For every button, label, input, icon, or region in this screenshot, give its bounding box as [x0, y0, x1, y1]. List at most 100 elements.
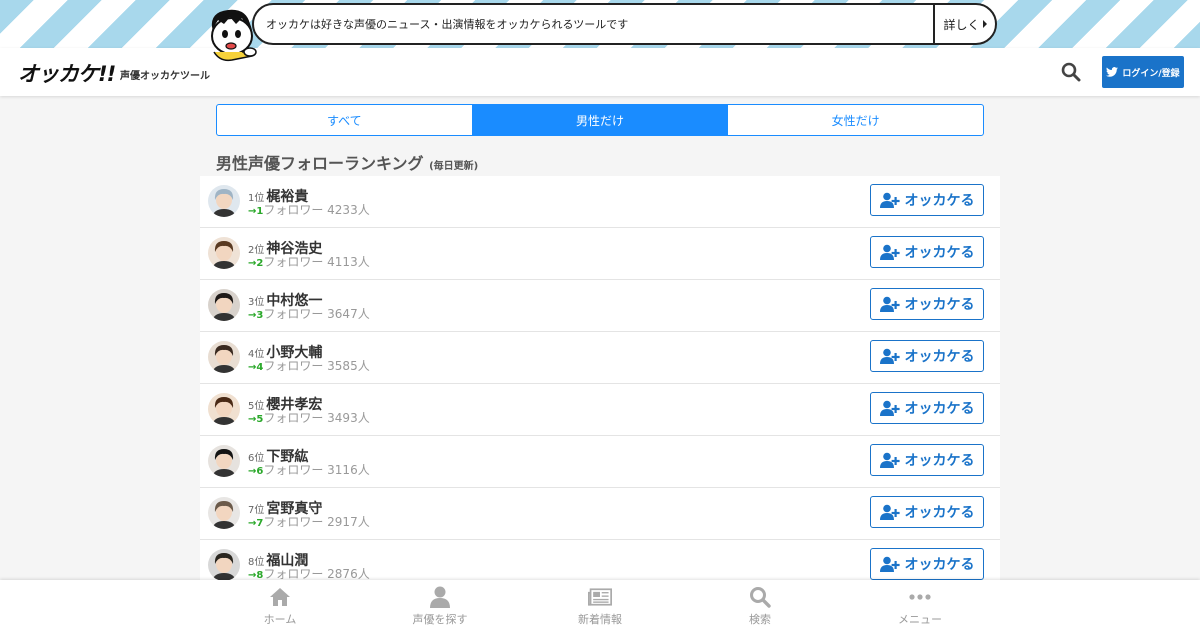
follow-button[interactable]: オッカケる	[870, 184, 984, 216]
update-note: (毎日更新)	[429, 161, 479, 172]
avatar[interactable]	[208, 237, 240, 269]
stats-line: →4フォロワー 3585人	[248, 357, 370, 374]
more-label: 詳しく	[943, 17, 980, 32]
follow-label: オッカケる	[904, 193, 975, 209]
newspaper-icon	[588, 586, 612, 608]
follower-count: フォロワー 3647人	[263, 307, 370, 321]
stats-line: →6フォロワー 3116人	[248, 461, 370, 478]
rank-change: →7	[248, 518, 264, 529]
rank-change: →5	[248, 414, 264, 425]
nav-find-label: 声優を探す	[412, 613, 468, 626]
avatar[interactable]	[208, 445, 240, 477]
follow-label: オッカケる	[904, 349, 975, 365]
nav-search-label: 検索	[749, 613, 771, 626]
follow-label: オッカケる	[904, 245, 975, 261]
rank-change: →1	[248, 206, 264, 217]
nav-home[interactable]: ホーム	[200, 580, 360, 630]
more-button[interactable]: 詳しく	[933, 5, 995, 43]
rank-change: →6	[248, 466, 264, 477]
site-logo[interactable]: オッカケ!!	[18, 58, 116, 88]
follow-button[interactable]: オッカケる	[870, 444, 984, 476]
follower-count: フォロワー 2917人	[263, 515, 370, 529]
avatar[interactable]	[208, 497, 240, 529]
follower-count: フォロワー 3585人	[263, 359, 370, 373]
avatar[interactable]	[208, 393, 240, 425]
home-icon	[268, 586, 292, 608]
avatar[interactable]	[208, 549, 240, 581]
login-label: ログイン/登録	[1122, 68, 1180, 79]
ranking-title: 男性声優フォローランキング	[216, 154, 424, 173]
stats-line: →7フォロワー 2917人	[248, 513, 370, 530]
ranking-row[interactable]: 5位 櫻井孝宏 →5フォロワー 3493人 オッカケる	[200, 384, 1000, 436]
follow-button[interactable]: オッカケる	[870, 392, 984, 424]
nav-home-label: ホーム	[263, 613, 297, 626]
header-search-button[interactable]	[1061, 62, 1081, 82]
user-plus-icon	[879, 504, 900, 520]
stats-line: →5フォロワー 3493人	[248, 409, 370, 426]
user-plus-icon	[879, 296, 900, 312]
avatar[interactable]	[208, 341, 240, 373]
follow-button[interactable]: オッカケる	[870, 496, 984, 528]
ranking-row[interactable]: 3位 中村悠一 →3フォロワー 3647人 オッカケる	[200, 280, 1000, 332]
avatar[interactable]	[208, 289, 240, 321]
bottom-navigation: ホーム 声優を探す 新着情報 検索 メニュー	[0, 580, 1200, 630]
logo-subtitle: 声優オッカケツール	[120, 71, 210, 82]
follow-button[interactable]: オッカケる	[870, 236, 984, 268]
gender-filter-tabs: すべて 男性だけ 女性だけ	[216, 104, 984, 136]
user-icon	[428, 586, 452, 608]
tab-all[interactable]: すべて	[217, 105, 473, 135]
ranking-row[interactable]: 2位 神谷浩史 →2フォロワー 4113人 オッカケる	[200, 228, 1000, 280]
user-plus-icon	[879, 244, 900, 260]
follow-button[interactable]: オッカケる	[870, 340, 984, 372]
info-bubble: オッカケは好きな声優のニュース・出演情報をオッカケられるツールです 詳しく	[252, 3, 997, 45]
user-plus-icon	[879, 452, 900, 468]
follower-count: フォロワー 4233人	[263, 203, 370, 217]
tab-male[interactable]: 男性だけ	[472, 105, 729, 135]
ranking-row[interactable]: 7位 宮野真守 →7フォロワー 2917人 オッカケる	[200, 488, 1000, 540]
user-plus-icon	[879, 192, 900, 208]
search-icon	[1061, 62, 1081, 82]
follow-label: オッカケる	[904, 453, 975, 469]
stats-line: →3フォロワー 3647人	[248, 305, 370, 322]
nav-find-voice-actor[interactable]: 声優を探す	[360, 580, 520, 630]
banner-message: オッカケは好きな声優のニュース・出演情報をオッカケられるツールです	[266, 18, 629, 31]
follower-count: フォロワー 3493人	[263, 411, 370, 425]
follower-count: フォロワー 2876人	[263, 567, 370, 581]
nav-news[interactable]: 新着情報	[520, 580, 680, 630]
user-plus-icon	[879, 348, 900, 364]
rank-change: →2	[248, 258, 264, 269]
site-header: オッカケ!! 声優オッカケツール ログイン/登録	[0, 48, 1200, 96]
nav-search[interactable]: 検索	[680, 580, 840, 630]
rank-change: →4	[248, 362, 264, 373]
follow-label: オッカケる	[904, 557, 975, 573]
tab-female[interactable]: 女性だけ	[728, 105, 983, 135]
nav-menu[interactable]: メニュー	[840, 580, 1000, 630]
follow-button[interactable]: オッカケる	[870, 548, 984, 580]
user-plus-icon	[879, 400, 900, 416]
section-title: 男性声優フォローランキング (毎日更新)	[216, 150, 478, 174]
stats-line: →2フォロワー 4113人	[248, 253, 370, 270]
nav-menu-label: メニュー	[898, 613, 942, 626]
ranking-row[interactable]: 6位 下野紘 →6フォロワー 3116人 オッカケる	[200, 436, 1000, 488]
mascot-icon	[206, 6, 260, 62]
rank-change: →3	[248, 310, 264, 321]
follower-count: フォロワー 3116人	[263, 463, 370, 477]
follow-label: オッカケる	[904, 505, 975, 521]
follow-label: オッカケる	[904, 297, 975, 313]
ranking-row[interactable]: 4位 小野大輔 →4フォロワー 3585人 オッカケる	[200, 332, 1000, 384]
page: オッカケは好きな声優のニュース・出演情報をオッカケられるツールです 詳しく オッ…	[0, 0, 1200, 630]
nav-news-label: 新着情報	[578, 613, 622, 626]
twitter-icon	[1106, 67, 1119, 77]
follower-count: フォロワー 4113人	[263, 255, 370, 269]
ranking-list: 1位 梶裕貴 →1フォロワー 4233人 オッカケる 2位 神谷浩史 →2フォロワー 411…	[200, 176, 1000, 592]
more-icon	[908, 586, 932, 608]
avatar[interactable]	[208, 185, 240, 217]
login-button[interactable]: ログイン/登録	[1102, 56, 1184, 88]
stats-line: →1フォロワー 4233人	[248, 201, 370, 218]
caret-right-icon	[982, 20, 987, 28]
follow-button[interactable]: オッカケる	[870, 288, 984, 320]
user-plus-icon	[879, 556, 900, 572]
ranking-row[interactable]: 1位 梶裕貴 →1フォロワー 4233人 オッカケる	[200, 176, 1000, 228]
follow-label: オッカケる	[904, 401, 975, 417]
search-icon	[748, 586, 772, 608]
